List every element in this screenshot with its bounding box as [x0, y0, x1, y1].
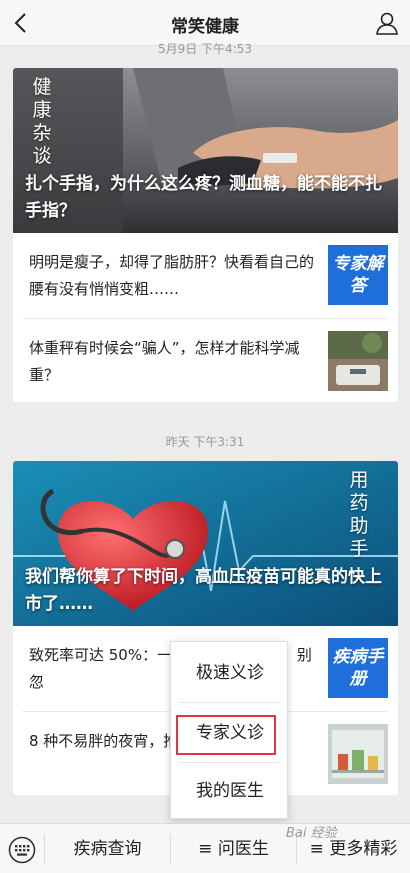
article-cover-image[interactable]: 健 康 杂 谈 扎个手指，为什么这么疼？测血糖，能不能不扎手指？	[13, 68, 398, 233]
message-timestamp: 5月9日 下午4:53	[157, 42, 253, 56]
column-tag-char: 谈	[32, 145, 52, 167]
fridge-food-photo	[328, 724, 388, 784]
keyboard-toggle-icon[interactable]	[8, 836, 36, 864]
page-title: 常笑健康	[171, 17, 239, 37]
thumbnail-label: 疾病手册	[332, 647, 384, 689]
article-cover-image[interactable]: 用 药 助 手 我们帮你算了下时间，高血压疫苗可能真的快上市了……	[13, 461, 398, 626]
article-card[interactable]: 健 康 杂 谈 扎个手指，为什么这么疼？测血糖，能不能不扎手指？ 明明是瘦子，却…	[13, 68, 398, 402]
article-thumbnail[interactable]: 专家解答	[328, 245, 388, 305]
bathroom-scale-photo	[328, 331, 388, 391]
article-headline[interactable]: 扎个手指，为什么这么疼？测血糖，能不能不扎手指？	[25, 171, 386, 225]
bottom-menu-bar: 疾病查询 ≡ 问医生 ≡ 更多精彩	[0, 823, 410, 873]
message-timestamp: 昨天 下午3:31	[165, 435, 245, 449]
column-tag-char: 助	[349, 515, 369, 537]
tab-ask-doctor[interactable]: ≡ 问医生	[171, 824, 296, 873]
column-tag-char: 健	[32, 76, 52, 98]
highlight-box	[176, 715, 276, 755]
menu-divider	[179, 702, 279, 703]
article-headline[interactable]: 我们帮你算了下时间，高血压疫苗可能真的快上市了……	[25, 564, 386, 618]
article-list-item[interactable]: 体重秤有时候会“骗人”，怎样才能科学减重？	[23, 318, 388, 402]
column-tag-char: 药	[349, 492, 369, 514]
article-title[interactable]: 体重秤有时候会“骗人”，怎样才能科学减重？	[29, 335, 315, 389]
article-title[interactable]: 明明是瘦子，却得了脂肪肝？快看看自己的腰有没有悄悄变粗……	[29, 249, 315, 303]
article-thumbnail[interactable]	[328, 724, 388, 784]
profile-icon[interactable]	[374, 10, 400, 36]
article-list-item[interactable]: 明明是瘦子，却得了脂肪肝？快看看自己的腰有没有悄悄变粗…… 专家解答	[23, 233, 388, 318]
watermark: Bai 经验	[286, 826, 337, 841]
doctor-popup-menu: 极速义诊 专家义诊 我的医生	[170, 641, 288, 819]
menu-item-my-doctor[interactable]: 我的医生	[171, 762, 289, 820]
tab-disease-lookup[interactable]: 疾病查询	[45, 824, 170, 873]
column-tag-char: 用	[349, 469, 369, 491]
column-tag-char: 杂	[32, 122, 52, 144]
column-tag-char: 手	[349, 538, 369, 560]
article-thumbnail[interactable]	[328, 331, 388, 391]
menu-item-quick-consult[interactable]: 极速义诊	[171, 644, 289, 702]
article-thumbnail[interactable]: 疾病手册	[328, 638, 388, 698]
column-tag-char: 康	[32, 99, 52, 121]
thumbnail-label: 专家解答	[332, 254, 384, 296]
